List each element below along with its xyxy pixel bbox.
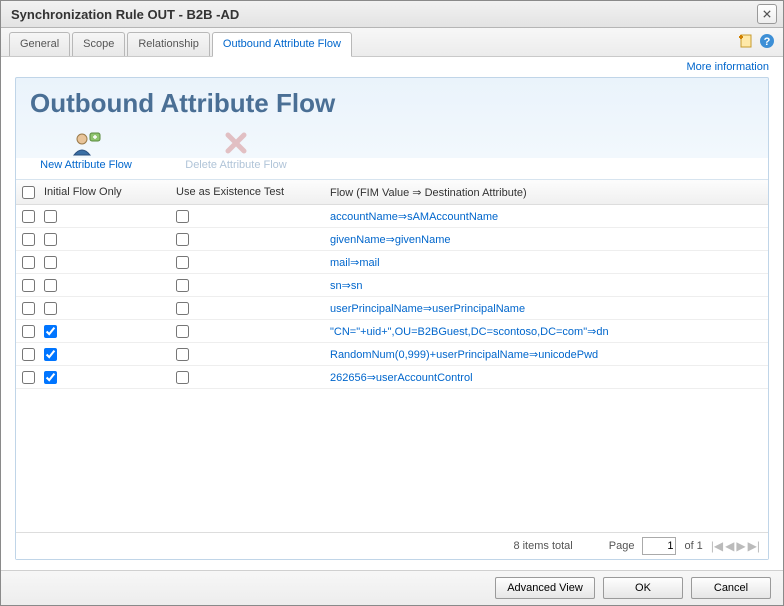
flow-mapping-link[interactable]: 262656⇒userAccountControl bbox=[330, 372, 473, 384]
existence-test-checkbox[interactable] bbox=[176, 279, 189, 292]
cancel-button[interactable]: Cancel bbox=[691, 577, 771, 599]
row-select-checkbox[interactable] bbox=[22, 256, 35, 269]
initial-flow-checkbox[interactable] bbox=[44, 256, 57, 269]
initial-flow-checkbox[interactable] bbox=[44, 371, 57, 384]
flow-mapping-link[interactable]: userPrincipalName⇒userPrincipalName bbox=[330, 303, 525, 315]
new-attribute-flow-button[interactable]: New Attribute Flow bbox=[26, 129, 146, 171]
new-item-icon[interactable] bbox=[737, 33, 753, 49]
col-header-initial[interactable]: Initial Flow Only bbox=[40, 186, 172, 198]
existence-test-checkbox[interactable] bbox=[176, 348, 189, 361]
close-button[interactable] bbox=[757, 4, 777, 24]
flow-mapping-link[interactable]: "CN="+uid+",OU=B2BGuest,DC=scontoso,DC=c… bbox=[330, 326, 609, 338]
flow-mapping-link[interactable]: sn⇒sn bbox=[330, 280, 362, 292]
col-header-existence[interactable]: Use as Existence Test bbox=[172, 186, 326, 198]
table-row[interactable]: 262656⇒userAccountControl bbox=[16, 366, 768, 389]
content-area: Outbound Attribute Flow New Attribute Fl… bbox=[1, 77, 783, 570]
existence-test-checkbox[interactable] bbox=[176, 233, 189, 246]
panel-header: Outbound Attribute Flow bbox=[16, 78, 768, 123]
initial-flow-checkbox[interactable] bbox=[44, 210, 57, 223]
ok-button[interactable]: OK bbox=[603, 577, 683, 599]
row-select-checkbox[interactable] bbox=[22, 210, 35, 223]
page-number-input[interactable] bbox=[642, 537, 676, 555]
existence-test-checkbox[interactable] bbox=[176, 302, 189, 315]
table-row[interactable]: givenName⇒givenName bbox=[16, 228, 768, 251]
page-of-total: of 1 bbox=[684, 540, 702, 552]
page-next-icon[interactable]: ▶ bbox=[736, 539, 745, 553]
initial-flow-checkbox[interactable] bbox=[44, 233, 57, 246]
page-label: Page bbox=[609, 540, 635, 552]
grid-body: accountName⇒sAMAccountName givenName⇒give… bbox=[16, 205, 768, 532]
window-title: Synchronization Rule OUT - B2B -AD bbox=[11, 7, 239, 22]
existence-test-checkbox[interactable] bbox=[176, 371, 189, 384]
attribute-flow-panel: Outbound Attribute Flow New Attribute Fl… bbox=[15, 77, 769, 560]
row-select-checkbox[interactable] bbox=[22, 233, 35, 246]
table-row[interactable]: accountName⇒sAMAccountName bbox=[16, 205, 768, 228]
more-information-link[interactable]: More information bbox=[686, 61, 769, 73]
dialog-button-bar: Advanced View OK Cancel bbox=[1, 570, 783, 605]
titlebar: Synchronization Rule OUT - B2B -AD bbox=[1, 1, 783, 28]
existence-test-checkbox[interactable] bbox=[176, 256, 189, 269]
row-select-checkbox[interactable] bbox=[22, 348, 35, 361]
row-select-checkbox[interactable] bbox=[22, 371, 35, 384]
tab-bar: General Scope Relationship Outbound Attr… bbox=[1, 28, 783, 57]
initial-flow-checkbox[interactable] bbox=[44, 348, 57, 361]
grid-footer: 8 items total Page of 1 |◀ ◀ ▶ ▶| bbox=[16, 532, 768, 559]
close-icon bbox=[763, 10, 771, 18]
table-row[interactable]: "CN="+uid+",OU=B2BGuest,DC=scontoso,DC=c… bbox=[16, 320, 768, 343]
panel-toolbar: New Attribute Flow Delete Attribute Flow bbox=[16, 123, 768, 179]
delete-x-icon bbox=[218, 129, 254, 157]
page-prev-icon[interactable]: ◀ bbox=[725, 539, 734, 553]
help-icon[interactable]: ? bbox=[759, 33, 775, 49]
dialog-window: Synchronization Rule OUT - B2B -AD Gener… bbox=[0, 0, 784, 606]
pager-nav: |◀ ◀ ▶ ▶| bbox=[711, 539, 760, 553]
info-bar: More information bbox=[1, 57, 783, 77]
table-row[interactable]: mail⇒mail bbox=[16, 251, 768, 274]
tab-outbound-attribute-flow[interactable]: Outbound Attribute Flow bbox=[212, 32, 352, 57]
tab-relationship[interactable]: Relationship bbox=[127, 32, 210, 56]
delete-attribute-flow-label: Delete Attribute Flow bbox=[185, 159, 287, 171]
page-first-icon[interactable]: |◀ bbox=[711, 539, 723, 553]
panel-heading: Outbound Attribute Flow bbox=[30, 88, 754, 119]
col-header-flow[interactable]: Flow (FIM Value ⇒ Destination Attribute) bbox=[326, 186, 768, 199]
tabbar-actions: ? bbox=[737, 33, 775, 49]
tab-general[interactable]: General bbox=[9, 32, 70, 56]
table-row[interactable]: userPrincipalName⇒userPrincipalName bbox=[16, 297, 768, 320]
tab-scope[interactable]: Scope bbox=[72, 32, 125, 56]
row-select-checkbox[interactable] bbox=[22, 279, 35, 292]
row-select-checkbox[interactable] bbox=[22, 325, 35, 338]
user-plus-icon bbox=[68, 129, 104, 157]
initial-flow-checkbox[interactable] bbox=[44, 279, 57, 292]
flow-mapping-link[interactable]: givenName⇒givenName bbox=[330, 234, 451, 246]
flow-mapping-link[interactable]: accountName⇒sAMAccountName bbox=[330, 211, 498, 223]
table-row[interactable]: sn⇒sn bbox=[16, 274, 768, 297]
grid-header: Initial Flow Only Use as Existence Test … bbox=[16, 180, 768, 205]
flow-mapping-link[interactable]: mail⇒mail bbox=[330, 257, 380, 269]
advanced-view-button[interactable]: Advanced View bbox=[495, 577, 595, 599]
existence-test-checkbox[interactable] bbox=[176, 210, 189, 223]
row-select-checkbox[interactable] bbox=[22, 302, 35, 315]
page-last-icon[interactable]: ▶| bbox=[748, 539, 760, 553]
delete-attribute-flow-button: Delete Attribute Flow bbox=[176, 129, 296, 171]
new-attribute-flow-label: New Attribute Flow bbox=[40, 159, 132, 171]
select-all-checkbox[interactable] bbox=[22, 186, 35, 199]
table-row[interactable]: RandomNum(0,999)+userPrincipalName⇒unico… bbox=[16, 343, 768, 366]
attribute-flow-grid: Initial Flow Only Use as Existence Test … bbox=[16, 179, 768, 559]
svg-text:?: ? bbox=[764, 36, 771, 48]
flow-mapping-link[interactable]: RandomNum(0,999)+userPrincipalName⇒unico… bbox=[330, 349, 598, 361]
initial-flow-checkbox[interactable] bbox=[44, 302, 57, 315]
items-total-label: 8 items total bbox=[513, 540, 572, 552]
initial-flow-checkbox[interactable] bbox=[44, 325, 57, 338]
existence-test-checkbox[interactable] bbox=[176, 325, 189, 338]
